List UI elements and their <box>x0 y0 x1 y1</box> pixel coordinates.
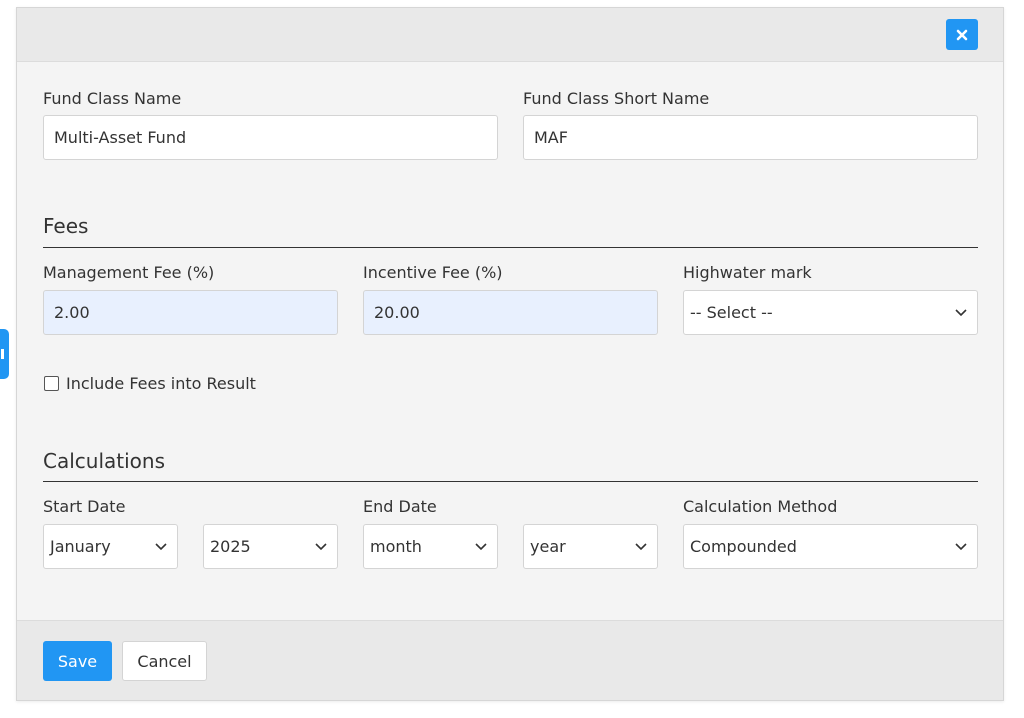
save-button[interactable]: Save <box>43 641 112 681</box>
chevron-down-icon <box>315 542 327 550</box>
calculations-section-divider <box>43 481 978 482</box>
start-date-month-value: January <box>50 537 111 556</box>
calculation-method-label: Calculation Method <box>683 497 838 516</box>
close-icon <box>956 29 968 40</box>
chevron-down-icon <box>155 542 167 550</box>
end-date-label: End Date <box>363 497 437 516</box>
calculation-method-value: Compounded <box>690 537 797 556</box>
chevron-down-icon <box>955 542 967 550</box>
fees-section-divider <box>43 247 978 248</box>
end-date-month-value: month <box>370 537 422 556</box>
management-fee-label: Management Fee (%) <box>43 263 215 282</box>
sidebar-toggle-tab[interactable] <box>0 329 9 379</box>
highwater-mark-select[interactable]: -- Select -- <box>683 290 978 335</box>
start-date-year-value: 2025 <box>210 537 251 556</box>
end-date-year-value: year <box>530 537 566 556</box>
close-button[interactable] <box>946 19 978 50</box>
fund-class-name-label: Fund Class Name <box>43 89 182 108</box>
include-fees-checkbox-row[interactable]: Include Fees into Result <box>44 374 256 393</box>
end-date-month-select[interactable]: month <box>363 524 498 569</box>
fund-class-modal: Fund Class Name Fund Class Short Name Fe… <box>16 7 1004 701</box>
include-fees-label: Include Fees into Result <box>66 374 256 393</box>
end-date-year-select[interactable]: year <box>523 524 658 569</box>
chevron-down-icon <box>635 542 647 550</box>
fund-class-name-input[interactable] <box>43 115 498 160</box>
start-date-year-select[interactable]: 2025 <box>203 524 338 569</box>
modal-header <box>17 8 1003 62</box>
highwater-mark-selected-value: -- Select -- <box>690 303 773 322</box>
fund-class-short-name-input[interactable] <box>523 115 978 160</box>
chevron-down-icon <box>475 542 487 550</box>
incentive-fee-input[interactable] <box>363 290 658 335</box>
management-fee-input[interactable] <box>43 290 338 335</box>
start-date-label: Start Date <box>43 497 126 516</box>
start-date-month-select[interactable]: January <box>43 524 178 569</box>
include-fees-checkbox[interactable] <box>44 376 59 391</box>
modal-footer: Save Cancel <box>17 620 1003 700</box>
calculations-section-title: Calculations <box>43 449 165 473</box>
cancel-button[interactable]: Cancel <box>122 641 207 681</box>
fees-section-title: Fees <box>43 214 89 238</box>
highwater-mark-label: Highwater mark <box>683 263 812 282</box>
fund-class-short-name-label: Fund Class Short Name <box>523 89 710 108</box>
calculation-method-select[interactable]: Compounded <box>683 524 978 569</box>
chevron-down-icon <box>955 308 967 316</box>
incentive-fee-label: Incentive Fee (%) <box>363 263 503 282</box>
